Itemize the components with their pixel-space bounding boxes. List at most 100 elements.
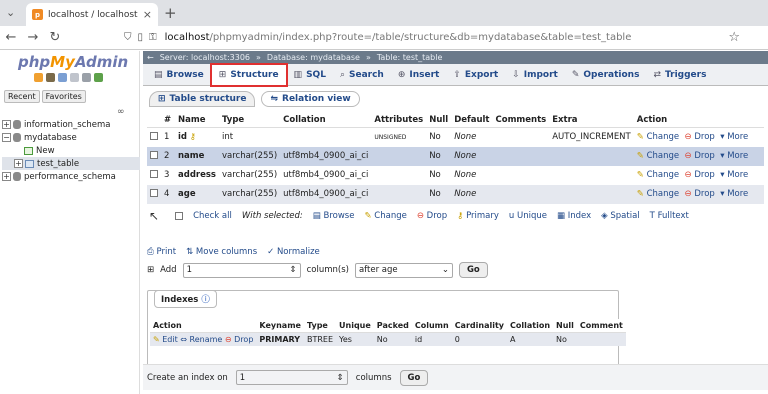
tab-export[interactable]: ⇪ Export bbox=[446, 64, 505, 86]
check-all-label[interactable]: Check all bbox=[193, 211, 232, 221]
table-row[interactable]: 3 address varchar(255) utf8mb4_0900_ai_ci No… bbox=[147, 165, 764, 185]
tab-insert[interactable]: ⊕ Insert bbox=[391, 64, 447, 86]
bulk-primary-button[interactable]: ⚷ Primary bbox=[457, 211, 499, 221]
permissions-icon[interactable]: ⚿ bbox=[149, 32, 157, 43]
header-null[interactable]: Null bbox=[426, 113, 452, 128]
tree-item-mydatabase[interactable]: − mydatabase bbox=[2, 131, 140, 144]
header-default[interactable]: Default bbox=[451, 113, 493, 128]
tab-favorites[interactable]: Favorites bbox=[41, 90, 86, 103]
collapse-icon[interactable]: − bbox=[2, 133, 11, 142]
create-index-go-button[interactable]: Go bbox=[399, 369, 429, 386]
tree-item-information-schema[interactable]: + information_schema bbox=[2, 118, 140, 131]
drop-button[interactable]: ⊖ Drop bbox=[685, 189, 715, 199]
tab-sql[interactable]: ▥ SQL bbox=[287, 64, 333, 86]
drop-button[interactable]: ⊖ Drop bbox=[685, 170, 715, 180]
normalize-link[interactable]: ✓ Normalize bbox=[267, 247, 320, 257]
tab-operations[interactable]: ✎ Operations bbox=[565, 64, 647, 86]
index-rename-button[interactable]: ⇔ Rename bbox=[180, 335, 222, 344]
bulk-change-button[interactable]: ✎ Change bbox=[364, 211, 406, 221]
home-icon[interactable] bbox=[34, 73, 43, 82]
breadcrumb-table[interactable]: Table: test_table bbox=[377, 53, 443, 62]
reload-icon[interactable]: ↻ bbox=[44, 30, 66, 45]
docs-icon[interactable] bbox=[70, 73, 79, 82]
bulk-spatial-button[interactable]: ◈ Spatial bbox=[601, 211, 640, 221]
header-extra[interactable]: Extra bbox=[549, 113, 634, 128]
tab-search[interactable]: ⌕ Search bbox=[333, 64, 391, 86]
more-button[interactable]: ▾ More bbox=[720, 151, 748, 161]
row-checkbox[interactable] bbox=[150, 169, 158, 178]
tree-item-performance-schema[interactable]: + performance_schema bbox=[2, 170, 140, 183]
link-with-main-icon[interactable]: ∞ bbox=[117, 107, 125, 117]
drop-button[interactable]: ⊖ Drop bbox=[685, 151, 715, 161]
bulk-fulltext-button[interactable]: T Fulltext bbox=[650, 211, 689, 221]
add-go-button[interactable]: Go bbox=[458, 262, 488, 278]
expand-icon[interactable]: + bbox=[14, 159, 23, 168]
tab-table-structure[interactable]: ⊞ Table structure bbox=[149, 91, 256, 107]
help-icon[interactable]: ⓘ bbox=[201, 295, 210, 305]
check-all-checkbox[interactable] bbox=[175, 212, 184, 220]
change-button[interactable]: ✎ Change bbox=[637, 151, 679, 161]
index-edit-button[interactable]: ✎ Edit bbox=[153, 335, 178, 344]
tab-structure[interactable]: ⊞ Structure bbox=[209, 62, 288, 87]
create-index-stepper[interactable]: 1 ⇕ bbox=[235, 370, 348, 385]
move-columns-link[interactable]: ⇅ Move columns bbox=[186, 247, 257, 257]
reload-nav-icon[interactable] bbox=[94, 73, 103, 82]
browser-tab[interactable]: p localhost / localhost / my × bbox=[26, 3, 158, 26]
more-button[interactable]: ▾ More bbox=[720, 132, 748, 142]
bulk-drop-button[interactable]: ⊖ Drop bbox=[417, 211, 447, 221]
page-icon[interactable]: ▯ bbox=[138, 32, 144, 43]
phpmyadmin-logo[interactable]: phpMyAdmin bbox=[18, 53, 128, 71]
add-count-stepper[interactable]: 1 ⇕ bbox=[182, 262, 301, 278]
change-button[interactable]: ✎ Change bbox=[637, 189, 679, 199]
table-row[interactable]: 4 age varchar(255) utf8mb4_0900_ai_ci No None… bbox=[147, 184, 764, 204]
new-tab-button[interactable]: + bbox=[164, 4, 177, 22]
tree-item-test-table[interactable]: + test_table bbox=[2, 157, 140, 170]
header-attributes[interactable]: Attributes bbox=[371, 113, 427, 128]
tab-browse[interactable]: ▤ Browse bbox=[147, 64, 211, 86]
tab-import[interactable]: ⇩ Import bbox=[505, 64, 565, 86]
close-tab-icon[interactable]: × bbox=[143, 8, 152, 21]
settings-icon[interactable] bbox=[82, 73, 91, 82]
bookmark-star-icon[interactable]: ☆ bbox=[728, 30, 740, 45]
change-button[interactable]: ✎ Change bbox=[637, 170, 679, 180]
stepper-arrows-icon[interactable]: ⇕ bbox=[289, 265, 296, 275]
expand-icon[interactable]: + bbox=[2, 120, 11, 129]
more-button[interactable]: ▾ More bbox=[720, 189, 748, 199]
row-checkbox[interactable] bbox=[150, 188, 158, 197]
indexes-legend[interactable]: Indexes ⓘ bbox=[154, 290, 217, 308]
index-drop-button[interactable]: ⊖ Drop bbox=[225, 335, 254, 344]
header-type[interactable]: Type bbox=[218, 113, 281, 128]
bulk-unique-button[interactable]: u Unique bbox=[509, 211, 547, 221]
index-null: No bbox=[553, 332, 577, 346]
back-icon[interactable]: ← bbox=[0, 30, 22, 45]
table-row[interactable]: 2 name varchar(255) utf8mb4_0900_ai_ci No Non… bbox=[147, 146, 764, 166]
tree-item-new[interactable]: New bbox=[2, 144, 140, 157]
header-name[interactable]: Name bbox=[175, 113, 219, 128]
tab-triggers[interactable]: ⇄ Triggers bbox=[646, 64, 713, 86]
more-button[interactable]: ▾ More bbox=[720, 170, 748, 180]
table-row[interactable]: 1 id ⚷ int UNSIGNED No None AUTO_INCREMENT ✎ Ch… bbox=[147, 127, 764, 147]
change-button[interactable]: ✎ Change bbox=[637, 132, 679, 142]
help-icon[interactable] bbox=[58, 73, 67, 82]
tab-list-icon[interactable]: ⌄ bbox=[6, 6, 15, 19]
shield-icon[interactable]: ⛉ bbox=[124, 32, 132, 43]
stepper-arrows-icon[interactable]: ⇕ bbox=[337, 373, 344, 383]
breadcrumb-server[interactable]: Server: localhost:3306 bbox=[160, 53, 250, 62]
row-checkbox[interactable] bbox=[150, 131, 158, 140]
header-collation[interactable]: Collation bbox=[280, 113, 372, 128]
header-comments[interactable]: Comments bbox=[492, 113, 550, 128]
breadcrumb-database[interactable]: Database: mydatabase bbox=[267, 53, 360, 62]
tab-recent[interactable]: Recent bbox=[4, 90, 40, 103]
bulk-index-button[interactable]: ▦ Index bbox=[557, 211, 591, 221]
bulk-browse-button[interactable]: ▤ Browse bbox=[313, 211, 355, 221]
expand-icon[interactable]: + bbox=[2, 172, 11, 181]
collapse-arrow-icon[interactable]: ← bbox=[147, 53, 154, 62]
row-checkbox[interactable] bbox=[150, 150, 158, 159]
logout-icon[interactable] bbox=[46, 73, 55, 82]
forward-icon[interactable]: → bbox=[22, 30, 44, 45]
print-link[interactable]: ⎙ Print bbox=[147, 247, 176, 257]
position-select[interactable]: after age ⌄ bbox=[354, 262, 453, 278]
address-bar[interactable]: localhost/phpmyadmin/index.php?route=/ta… bbox=[165, 32, 632, 43]
tab-relation-view[interactable]: ⇋ Relation view bbox=[261, 91, 360, 107]
drop-button[interactable]: ⊖ Drop bbox=[685, 132, 715, 142]
